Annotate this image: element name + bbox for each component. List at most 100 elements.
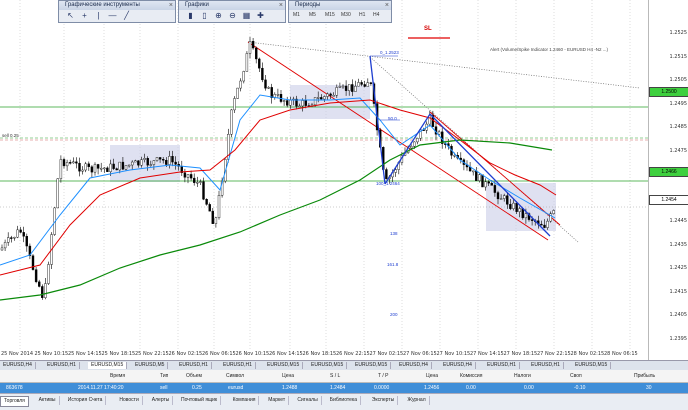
- bull-candle: [239, 80, 242, 89]
- period-m15[interactable]: M15: [325, 12, 335, 18]
- bull-candle: [196, 181, 199, 184]
- bull-candle: [335, 87, 338, 96]
- fib-label-100: 100_1.2464: [376, 181, 400, 186]
- col-type[interactable]: Тип: [160, 373, 168, 379]
- col-price[interactable]: Цена: [282, 373, 294, 379]
- col-commission[interactable]: Комиссия: [460, 373, 482, 379]
- vertical-line-icon[interactable]: |: [93, 11, 104, 21]
- ema-mid-line: [0, 99, 557, 276]
- chart-tab[interactable]: EURUSD,H1: [528, 362, 564, 369]
- chart-tab[interactable]: EURUSD,M15: [352, 362, 392, 369]
- bear-candle: [329, 93, 332, 96]
- period-m1[interactable]: M1: [293, 12, 300, 18]
- zigzag-line: [384, 113, 431, 185]
- chart-tab[interactable]: EURUSD,H4: [0, 362, 36, 369]
- trendline-icon[interactable]: ╱: [121, 11, 132, 21]
- time-tick-label: 27 Nov 18:15: [503, 351, 538, 357]
- bear-candle: [112, 163, 115, 169]
- col-volume[interactable]: Объем: [186, 373, 202, 379]
- chart-tab[interactable]: EURUSD,H1: [220, 362, 256, 369]
- col-symbol[interactable]: Символ: [226, 373, 244, 379]
- col-sl[interactable]: S / L: [330, 373, 340, 379]
- ema-fast-line: [0, 94, 556, 266]
- candle-chart-icon[interactable]: ▯: [199, 11, 210, 21]
- terminal-tab[interactable]: Журнал: [404, 396, 430, 405]
- bear-candle: [87, 163, 91, 167]
- price-tick-label: 1.2425: [669, 265, 688, 272]
- chart-tab[interactable]: EURUSD,H1: [484, 362, 520, 369]
- col-tp[interactable]: T / P: [378, 373, 388, 379]
- bear-candle: [264, 79, 267, 89]
- chart-tab[interactable]: EURUSD,M15: [308, 362, 348, 369]
- bull-candle: [56, 178, 59, 209]
- close-icon[interactable]: ×: [385, 1, 389, 10]
- crosshair-icon[interactable]: +: [79, 11, 90, 21]
- price-chart[interactable]: [0, 0, 648, 360]
- bull-candle: [47, 264, 50, 284]
- bull-candle: [6, 237, 10, 243]
- terminal-tab[interactable]: Торговля: [0, 396, 29, 407]
- bull-candle: [242, 71, 246, 82]
- bar-chart-icon[interactable]: ▮: [185, 11, 196, 21]
- time-tick-label: 25 Nov 10:15: [34, 351, 69, 357]
- price-axis[interactable]: 1.2525 1.2515 1.2505 1.2495 1.2485 1.2475 1.24…: [648, 0, 688, 360]
- close-icon[interactable]: ×: [169, 1, 173, 10]
- horizontal-line-icon[interactable]: —: [107, 11, 118, 21]
- chart-tab[interactable]: EURUSD,H4: [396, 362, 432, 369]
- time-tick-label: 26 Nov 06:15: [202, 351, 236, 357]
- bear-candle: [254, 47, 258, 60]
- terminal-tab[interactable]: Алерты: [149, 396, 174, 405]
- chart-tab[interactable]: EURUSD,M5: [132, 362, 169, 369]
- col-current-price[interactable]: Цена: [426, 373, 438, 379]
- close-icon[interactable]: ×: [279, 1, 283, 10]
- price-tick-label: 1.2415: [669, 288, 688, 295]
- col-profit[interactable]: Прибыль: [634, 373, 655, 379]
- grid-icon[interactable]: ▦: [241, 11, 252, 21]
- add-indicator-icon[interactable]: ✚: [255, 11, 266, 21]
- bear-candle: [25, 236, 28, 247]
- terminal-tab[interactable]: Сигналы: [294, 396, 322, 405]
- chart-tab[interactable]: EURUSD,M15: [264, 362, 304, 369]
- zoom-in-icon[interactable]: ⊕: [213, 11, 224, 21]
- bull-candle: [199, 181, 202, 183]
- period-m5[interactable]: M5: [309, 12, 316, 18]
- order-volume: 0.25: [192, 385, 202, 391]
- terminal-tab[interactable]: История Счета: [65, 396, 107, 405]
- terminal-tab[interactable]: Активы: [36, 396, 60, 405]
- period-h1[interactable]: H1: [359, 12, 365, 18]
- period-m30[interactable]: M30: [341, 12, 351, 18]
- zoom-out-icon[interactable]: ⊖: [227, 11, 238, 21]
- col-swap[interactable]: Своп: [570, 373, 582, 379]
- order-row[interactable]: 863678 2014.11.27 17:40:20 sell 0.25 eur…: [0, 383, 688, 393]
- bear-candle: [540, 223, 543, 226]
- col-taxes[interactable]: Налоги: [514, 373, 531, 379]
- terminal-tab[interactable]: Маркет: [265, 396, 290, 405]
- terminal-tab[interactable]: Эксперты: [369, 396, 399, 405]
- bull-candle: [503, 195, 506, 199]
- bear-candle: [115, 168, 118, 171]
- bull-candle: [59, 159, 63, 179]
- bear-candle: [202, 181, 205, 200]
- cursor-icon[interactable]: ↖: [65, 11, 76, 21]
- chart-tab[interactable]: EURUSD,M15: [572, 362, 612, 369]
- bull-candle: [512, 202, 515, 209]
- col-time[interactable]: Время: [110, 373, 125, 379]
- chart-tab[interactable]: EURUSD,H4: [440, 362, 476, 369]
- chart-tab[interactable]: EURUSD,M15: [88, 362, 128, 369]
- chart-tab[interactable]: EURUSD,H1: [44, 362, 80, 369]
- charts-toolbar-title: Графики: [179, 1, 285, 10]
- bull-candle: [230, 109, 233, 135]
- bear-candle: [304, 100, 307, 106]
- terminal-tab[interactable]: Компания: [230, 396, 260, 405]
- terminal-tab[interactable]: Новости: [116, 396, 143, 405]
- order-swap: -0.10: [574, 385, 586, 391]
- period-h4[interactable]: H4: [373, 12, 379, 18]
- terminal-tab[interactable]: Почтовый ящик: [178, 396, 222, 405]
- chart-tab[interactable]: EURUSD,H1: [176, 362, 212, 369]
- terminal-tab[interactable]: Библиотека: [327, 396, 361, 405]
- chart-area[interactable]: [0, 0, 648, 360]
- bear-candle: [90, 166, 94, 173]
- bull-candle: [301, 100, 304, 107]
- bear-candle: [261, 67, 264, 81]
- bear-candle: [183, 172, 187, 178]
